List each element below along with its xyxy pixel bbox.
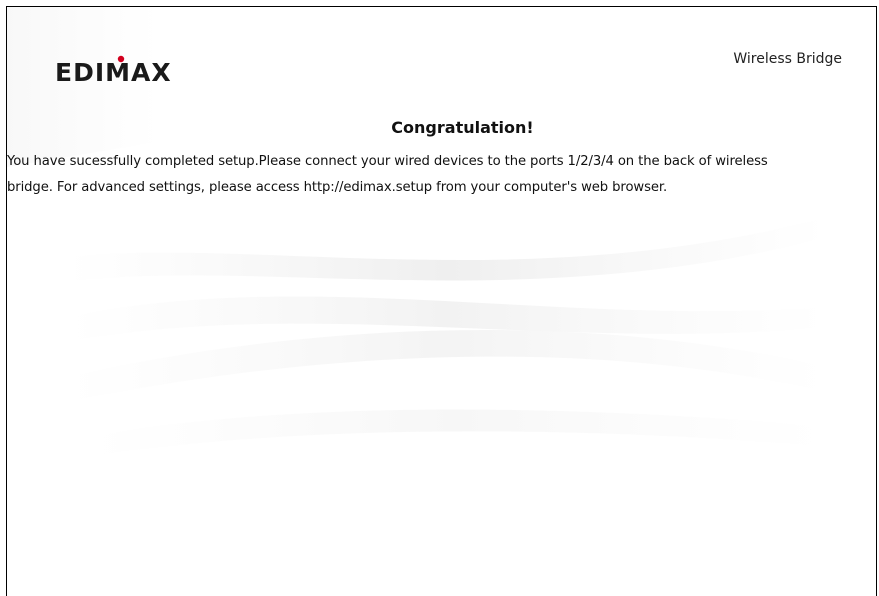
edimax-logo: EDIMAX bbox=[55, 55, 172, 85]
background-swoosh bbox=[7, 7, 827, 457]
message-line-1: You have sucessfully completed setup.Ple… bbox=[7, 154, 768, 169]
setup-message: You have sucessfully completed setup.Ple… bbox=[7, 149, 876, 201]
message-line-2: bridge. For advanced settings, please ac… bbox=[7, 180, 668, 195]
logo-dot bbox=[117, 55, 125, 63]
product-name: Wireless Bridge bbox=[733, 51, 842, 67]
logo-text: EDIMAX bbox=[55, 58, 172, 85]
setup-complete-page: EDIMAX Wireless Bridge Congratulation! Y… bbox=[6, 6, 877, 596]
page-title: Congratulation! bbox=[391, 118, 534, 137]
